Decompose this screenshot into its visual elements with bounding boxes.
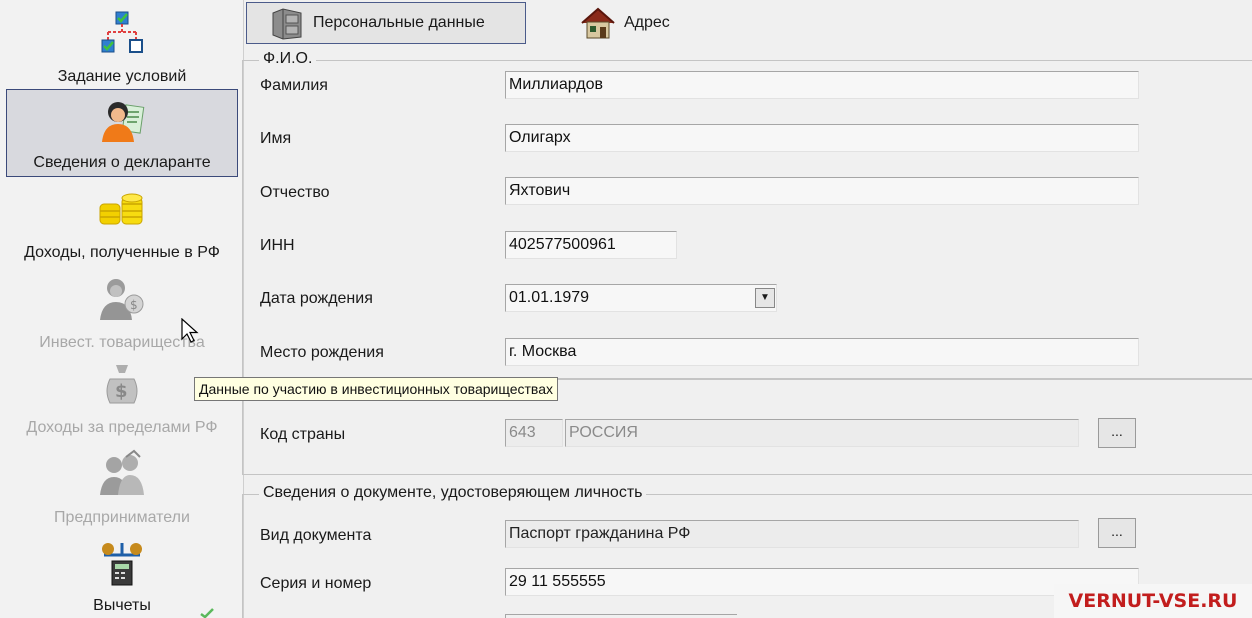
house-icon [581, 7, 615, 39]
birthdate-dropdown-button[interactable]: ▼ [755, 288, 775, 308]
inn-label: ИНН [260, 237, 295, 254]
deductions-calculator-icon [102, 543, 142, 586]
document-type-label: Вид документа [260, 527, 372, 544]
document-type-select-button[interactable]: ... [1098, 518, 1136, 548]
birthplace-input[interactable]: г. Москва [505, 338, 1139, 366]
country-code-label: Код страны [260, 426, 346, 443]
chevron-down-icon: ▼ [760, 292, 770, 303]
inn-input[interactable]: 402577500961 [505, 231, 677, 259]
series-number-input[interactable]: 29 11 555555 [505, 568, 1139, 596]
birthdate-value: 01.01.1979 [509, 289, 590, 306]
sidebar-item-conditions[interactable]: Задание условий [6, 2, 238, 90]
name-input[interactable]: Олигарх [505, 124, 1139, 152]
sidebar-item-declarant[interactable]: Сведения о декларанте [6, 89, 238, 177]
patronymic-input[interactable]: Яхтович [505, 177, 1139, 205]
partial-next-input [505, 614, 737, 618]
tab-label: Адрес [624, 14, 670, 31]
sidebar-item-label: Доходы, полученные в РФ [24, 244, 220, 261]
mouse-cursor-icon [181, 318, 199, 343]
surname-input[interactable]: Миллиардов [505, 71, 1139, 99]
sidebar-item-label: Предприниматели [54, 509, 190, 526]
country-code-field: 643 [505, 419, 563, 447]
fio-group-legend: Ф.И.О. [259, 50, 317, 68]
patronymic-label: Отчество [260, 184, 330, 201]
tab-address[interactable]: Адрес [558, 2, 698, 44]
svg-text:$: $ [115, 381, 128, 402]
series-number-label: Серия и номер [260, 575, 372, 592]
watermark: VERNUT-VSE.RU [1054, 584, 1252, 618]
money-bag-icon: $ [106, 365, 138, 404]
entrepreneur-icon [100, 449, 144, 495]
tab-personal-data[interactable]: Персональные данные [246, 2, 526, 44]
sidebar-item-invest-partnerships[interactable]: $ Инвест. товарищества [6, 268, 238, 356]
sidebar-item-income-rf[interactable]: Доходы, полученные в РФ [6, 178, 238, 266]
sidebar-item-label: Сведения о декларанте [33, 154, 211, 171]
document-type-field: Паспорт гражданина РФ [505, 520, 1079, 548]
birthplace-label: Место рождения [260, 344, 384, 361]
sidebar-item-label: Задание условий [57, 68, 187, 85]
coins-icon [99, 193, 143, 225]
country-select-button[interactable]: ... [1098, 418, 1136, 448]
sidebar-item-deductions[interactable]: Вычеты [6, 531, 238, 618]
conditions-tree-icon [101, 11, 143, 53]
sidebar-item-entrepreneurs[interactable]: Предприниматели [6, 443, 238, 531]
name-label: Имя [260, 130, 292, 147]
tooltip: Данные по участию в инвестиционных товар… [194, 377, 558, 401]
cabinet-icon [272, 8, 302, 40]
sidebar-item-label: Доходы за пределами РФ [26, 419, 218, 436]
fio-group: Ф.И.О. [242, 50, 1252, 379]
tab-bar: Персональные данные Адрес [244, 0, 1252, 46]
navigation-sidebar: Задание условий Сведения о декларанте До… [0, 0, 244, 618]
birthdate-label: Дата рождения [260, 290, 373, 307]
tab-label: Персональные данные [313, 14, 485, 31]
declarant-person-icon [102, 102, 145, 142]
document-group-legend: Сведения о документе, удостоверяющем лич… [259, 484, 647, 502]
check-icon [200, 608, 214, 618]
country-name-field: РОССИЯ [565, 419, 1079, 447]
svg-text:$: $ [130, 298, 138, 312]
surname-label: Фамилия [260, 77, 328, 94]
birthdate-select[interactable]: 01.01.1979 [505, 284, 777, 312]
investor-person-icon: $ [100, 279, 144, 320]
sidebar-item-label: Инвест. товарищества [39, 334, 205, 351]
